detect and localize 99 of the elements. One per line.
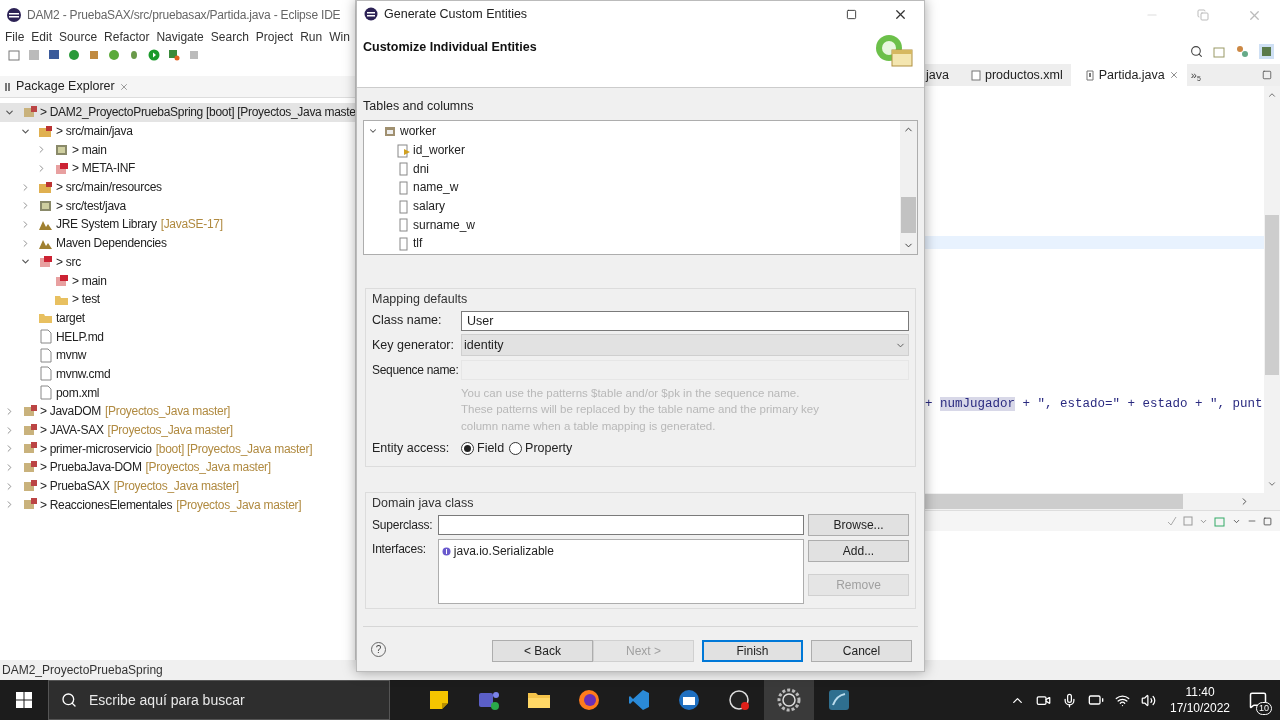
tree-item[interactable]: > JavaDOM [Proyectos_Java master] (0, 402, 355, 421)
tree-item[interactable]: > src (0, 252, 355, 272)
tree-item[interactable]: mvnw (0, 345, 355, 365)
field-label: Key generator: (372, 336, 455, 354)
tree-item[interactable]: > JAVA-SAX [Proyectos_Java master] (0, 420, 355, 440)
repository-label: [Proyectos_Java master] (113, 478, 239, 496)
tree-item[interactable]: > main (0, 140, 355, 160)
notifications-button[interactable]: 10 (1236, 680, 1280, 720)
window-title: DAM2 - PruebaSAX/src/pruebasax/Partida.java - Eclipse IDE (27, 7, 341, 24)
menu-item[interactable]: Refactor (104, 31, 150, 43)
tree-item-label: HELP.md (56, 328, 104, 346)
menu-item[interactable]: Edit (31, 31, 53, 43)
tree-item[interactable]: target (0, 308, 355, 328)
section-label: Tables and columns (363, 98, 475, 116)
tree-item-label: > src (56, 253, 81, 271)
editor-tab[interactable]: java (925, 64, 957, 86)
repository-label: [boot] [Proyectos_Java master] (155, 440, 313, 458)
tree-item[interactable]: > test (0, 289, 355, 309)
menu-item[interactable]: Source (59, 31, 98, 43)
tree-item-label: > main (72, 141, 107, 159)
tree-item[interactable]: name_w (364, 178, 900, 197)
editor-tab[interactable]: Partida.java (1070, 64, 1187, 86)
group-label: Mapping defaults (372, 291, 469, 308)
list-item[interactable]: java.io.Serializable (441, 542, 800, 560)
menu-item[interactable]: Run (300, 31, 323, 43)
tree-item[interactable]: > META-INF (0, 159, 355, 178)
tree-item-label: > DAM2_ProyectoPruebaSpring [boot] [Proyectos_Java maste (40, 104, 355, 122)
tree-item[interactable]: HELP.md (0, 327, 355, 346)
tree-item-label: JRE System Library (56, 216, 157, 234)
radio-option[interactable]: Field (461, 438, 505, 458)
text-field[interactable]: User (461, 310, 909, 331)
tree-item-label: > src/main/java (56, 123, 133, 141)
search-field[interactable]: Escribe aquí para buscar (48, 680, 390, 720)
repository-label: [Proyectos_Java master] (145, 459, 271, 477)
tree-item-label: > src/main/resources (56, 179, 162, 197)
tree-item[interactable]: > src/test/java (0, 196, 355, 216)
field-label: Interfaces: (372, 541, 427, 558)
code-line: + numJugador + ", estado=" + estado + ", punt (925, 396, 1264, 413)
add-button[interactable]: Add... (808, 540, 909, 562)
tree-item[interactable]: JRE System Library [JavaSE-17] (0, 215, 355, 234)
repository-label: [Proyectos_Java master] (107, 422, 233, 440)
browse-button[interactable]: Browse... (808, 514, 909, 536)
tree-item[interactable]: > main (0, 271, 355, 290)
clock[interactable]: 11:40 17/10/2022 (1164, 684, 1236, 716)
tree-item-label: > test (72, 291, 100, 309)
tree-item[interactable]: pom.xml (0, 383, 355, 402)
field-label: Class name: (372, 312, 443, 330)
page-heading: Customize Individual Entities (363, 39, 537, 57)
wizard-button[interactable]: Cancel (811, 639, 912, 662)
tree-item-label: > ReaccionesElementales (40, 496, 173, 514)
dropdown[interactable]: identity (461, 334, 909, 357)
tree-item[interactable]: dni (364, 159, 900, 179)
tree-item[interactable]: > PruebaJava-DOM [Proyectos_Java master] (0, 458, 355, 477)
menu-item[interactable]: Project (255, 31, 294, 43)
tree-item-label: pom.xml (56, 384, 100, 402)
radio-option[interactable]: Property (509, 438, 573, 458)
notification-count: 10 (1256, 702, 1272, 715)
repository-label: [Proyectos_Java master] (105, 403, 231, 421)
tree-item[interactable]: mvnw.cmd (0, 364, 355, 384)
tree-item-label: > PruebaSAX (40, 478, 110, 496)
editor-tab[interactable]: productos.xml (956, 64, 1071, 86)
wizard-button[interactable]: Finish (702, 639, 803, 662)
tree-item[interactable]: > primer-microservicio [boot] [Proyectos_Java master] (0, 439, 355, 459)
tree-item-label: mvnw.cmd (56, 365, 111, 383)
tree-item-label: > primer-microservicio (40, 440, 152, 458)
tree-item-label: > META-INF (72, 160, 136, 178)
tree-item-label: > main (72, 272, 107, 290)
tree-item-label: mvnw (56, 347, 87, 365)
tree-item-label: > JAVA-SAX (40, 422, 104, 440)
group-label: Domain java class (372, 495, 475, 513)
tree-item[interactable]: > src/main/resources (0, 177, 355, 197)
tree-item[interactable]: tlf (364, 234, 900, 253)
tree-item-label: > PruebaJava-DOM (40, 459, 142, 477)
status-text: DAM2_ProyectoPruebaSpring (2, 662, 163, 679)
tree-item[interactable]: Maven Dependencies (0, 233, 355, 253)
tree-item[interactable]: id_worker (364, 140, 900, 160)
tree-item[interactable]: salary (364, 196, 900, 216)
field-label: Entity access: (372, 439, 451, 457)
menu-item[interactable]: Search (210, 31, 249, 43)
wizard-button[interactable]: < Back (492, 639, 593, 662)
dialog-title: Generate Custom Entities (384, 5, 528, 23)
field-label: Sequence name: (372, 361, 460, 379)
tree-item[interactable]: > ReaccionesElementales [Proyectos_Java master] (0, 495, 355, 515)
tree-item[interactable]: > DAM2_ProyectoPruebaSpring [boot] [Proyectos_Java maste (0, 103, 355, 122)
tree-item[interactable]: > src/main/java (0, 121, 355, 141)
repository-label: [JavaSE-17] (160, 216, 223, 234)
tree-item-label: Maven Dependencies (56, 235, 167, 253)
tree-item[interactable]: worker (364, 122, 900, 141)
tree-item[interactable]: > PruebaSAX [Proyectos_Java master] (0, 476, 355, 496)
menu-item[interactable]: Win (329, 31, 350, 43)
tree-item-label: > JavaDOM (40, 403, 101, 421)
field-label: Superclass: (372, 517, 434, 534)
tree-item[interactable]: surname_w (364, 215, 900, 235)
tree-item-label: > src/test/java (56, 197, 126, 215)
tree-item-label: target (56, 309, 85, 327)
repository-label: [Proyectos_Java master] (176, 496, 302, 514)
menu-item[interactable]: File (5, 31, 25, 43)
menu-item[interactable]: Navigate (156, 31, 204, 43)
more-tabs-button[interactable]: »$_{5}$ (1190, 66, 1201, 84)
